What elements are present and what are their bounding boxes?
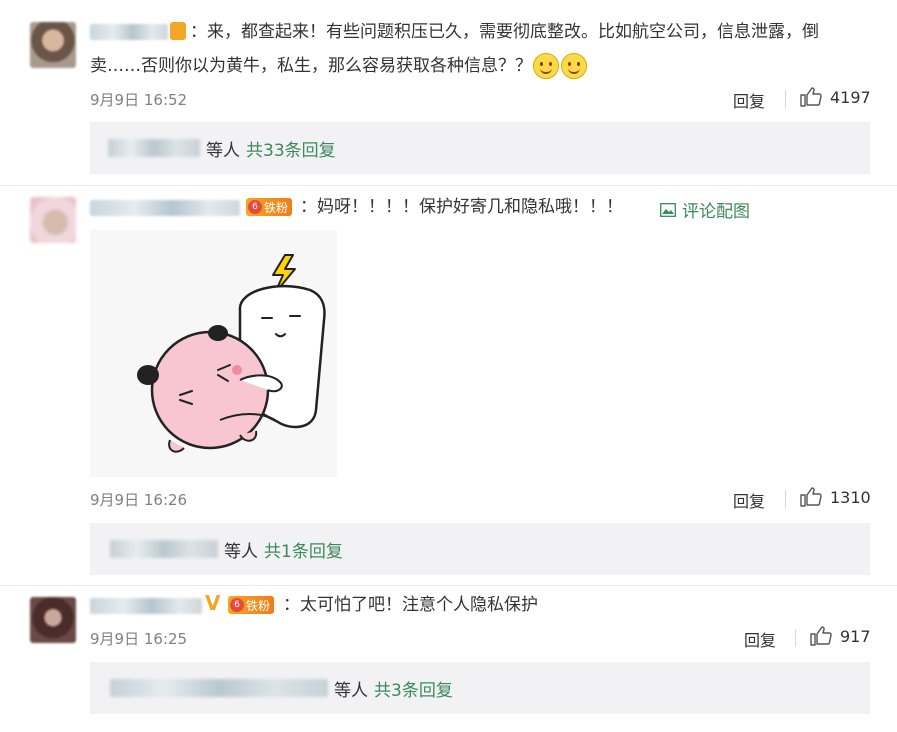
smile-emoji-icon xyxy=(533,53,560,79)
fan-level: 6 xyxy=(230,598,244,612)
avatar[interactable] xyxy=(30,197,76,243)
like-count: 4197 xyxy=(830,87,871,107)
comment-time: 9月9日 16:52 xyxy=(90,91,188,109)
divider xyxy=(795,629,796,647)
divider xyxy=(785,90,786,108)
like-button[interactable]: 1310 xyxy=(800,487,871,507)
comment-image-sticker[interactable] xyxy=(90,230,337,477)
sub-reply-count-link[interactable]: 共3条回复 xyxy=(374,676,453,701)
comment-text: ：太可怕了吧！注意个人隐私保护 xyxy=(283,595,538,615)
sub-replies-summary[interactable]: 等人 共3条回复 xyxy=(90,662,870,714)
sub-reply-count-link[interactable]: 共1条回复 xyxy=(264,537,343,562)
image-icon xyxy=(660,202,676,217)
username-blurred[interactable] xyxy=(90,200,240,216)
sub-reply-count-link[interactable]: 共33条回复 xyxy=(246,136,336,161)
replier-names-blurred xyxy=(108,139,200,157)
fan-badge-icon: 6 铁粉 xyxy=(246,198,293,216)
comment-divider xyxy=(0,585,897,586)
reply-button[interactable]: 回复 xyxy=(744,627,776,651)
sub-suffix: 等人 xyxy=(206,140,240,161)
fan-badge-label: 铁粉 xyxy=(246,598,271,613)
like-count: 1310 xyxy=(830,487,871,507)
like-button[interactable]: 4197 xyxy=(800,87,871,107)
comment-text-continued: 卖……否则你以为黄牛，私生，那么容易获取各种信息？？ xyxy=(90,49,870,83)
thumb-up-icon xyxy=(800,487,822,507)
user-badge-icon xyxy=(170,22,186,40)
comment-time: 9月9日 16:26 xyxy=(90,491,188,509)
sub-suffix: 等人 xyxy=(224,541,258,562)
fan-badge-icon: 6 铁粉 xyxy=(228,596,275,614)
sub-suffix: 等人 xyxy=(334,680,368,701)
thumb-up-icon xyxy=(800,87,822,107)
comment-divider xyxy=(0,185,897,186)
sub-replies-summary[interactable]: 等人 共33条回复 xyxy=(90,122,870,174)
avatar[interactable] xyxy=(30,22,76,68)
fan-level: 6 xyxy=(248,200,262,214)
comment-time: 9月9日 16:25 xyxy=(90,630,188,648)
avatar[interactable] xyxy=(30,597,76,643)
comment-image-link[interactable]: 评论配图 xyxy=(660,197,750,222)
verified-v-icon: V xyxy=(205,591,221,615)
reply-button[interactable]: 回复 xyxy=(733,88,765,112)
comment-text: ：妈呀！！！！保护好寄几和隐私哦！！！ xyxy=(300,197,623,217)
username-blurred[interactable] xyxy=(90,598,202,614)
like-button[interactable]: 917 xyxy=(810,626,871,646)
comment-text: ：来，都查起来！有些问题积压已久，需要彻底整改。比如航空公司，信息泄露，倒 xyxy=(190,22,819,42)
divider xyxy=(785,490,786,508)
fan-badge-label: 铁粉 xyxy=(264,200,289,215)
smile-emoji-icon xyxy=(561,53,588,79)
thumb-up-icon xyxy=(810,626,832,646)
like-count: 917 xyxy=(840,626,871,646)
comment-image-label: 评论配图 xyxy=(682,202,750,222)
replier-names-blurred xyxy=(110,679,328,697)
replier-names-blurred xyxy=(110,540,218,558)
reply-button[interactable]: 回复 xyxy=(733,488,765,512)
sub-replies-summary[interactable]: 等人 共1条回复 xyxy=(90,523,870,575)
username-blurred[interactable] xyxy=(90,24,168,40)
